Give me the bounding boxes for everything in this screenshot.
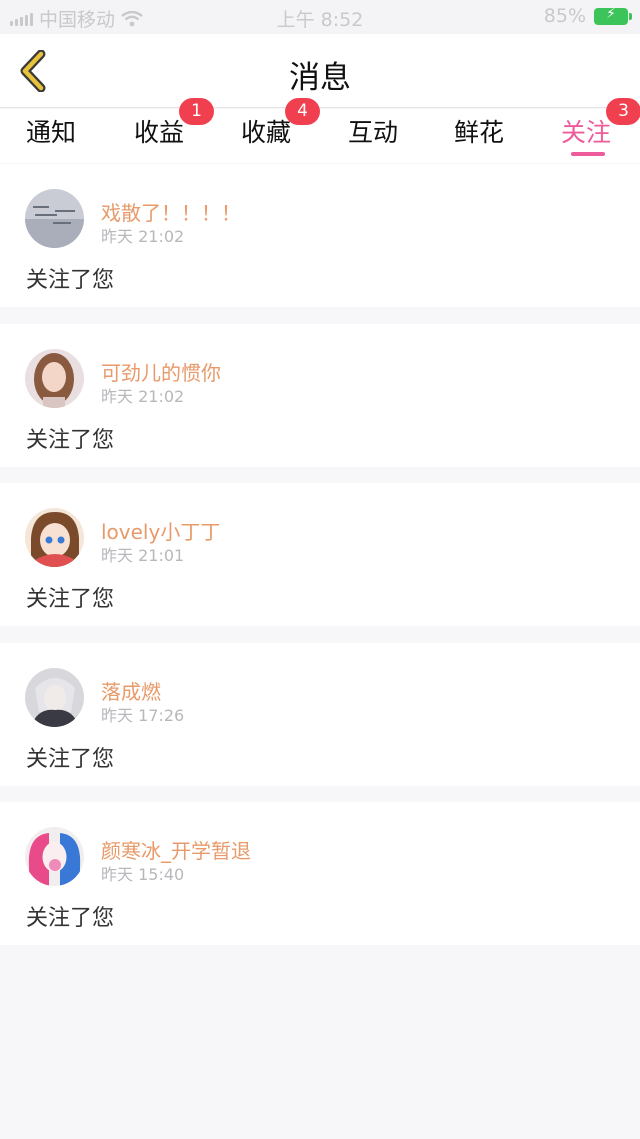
username[interactable]: 颜寒冰_开学暂退 [101, 835, 251, 864]
tab-bar: 通知 收益 1 收藏 4 互动 鲜花 关注 3 [0, 98, 640, 163]
tab-favorites-badge: 4 [285, 98, 320, 125]
page-title: 消息 [289, 60, 351, 96]
timestamp: 昨天 15:40 [101, 865, 185, 884]
timestamp: 昨天 17:26 [101, 706, 185, 725]
active-tab-indicator [571, 152, 605, 156]
username[interactable]: lovely小丁丁 [101, 516, 220, 545]
battery-percent: 85% [543, 5, 586, 27]
message-text: 关注了您 [26, 747, 115, 772]
list-item[interactable]: lovely小丁丁 昨天 21:01 关注了您 [0, 483, 640, 626]
avatar[interactable] [25, 189, 84, 248]
avatar[interactable] [25, 668, 84, 727]
list-item[interactable]: 戏散了！！！！ 昨天 21:02 关注了您 [0, 164, 640, 307]
battery-icon: ⚡ [594, 6, 632, 25]
timestamp: 昨天 21:02 [101, 227, 185, 246]
timestamp: 昨天 21:02 [101, 387, 185, 406]
avatar[interactable] [25, 508, 84, 567]
message-text: 关注了您 [26, 587, 115, 612]
message-text: 关注了您 [26, 268, 115, 293]
timestamp: 昨天 21:01 [101, 546, 185, 565]
avatar[interactable] [25, 349, 84, 408]
tab-interaction[interactable]: 互动 [348, 113, 398, 149]
message-text: 关注了您 [26, 906, 115, 931]
username[interactable]: 可劲儿的惯你 [101, 357, 221, 386]
nav-bar: 消息 [0, 34, 640, 108]
username[interactable]: 落成燃 [101, 676, 161, 705]
avatar[interactable] [25, 827, 84, 886]
tab-favorites[interactable]: 收藏 [241, 113, 291, 149]
list-item[interactable]: 落成燃 昨天 17:26 关注了您 [0, 643, 640, 786]
tab-flowers[interactable]: 鲜花 [454, 113, 504, 149]
tab-follows[interactable]: 关注 [561, 113, 611, 149]
username[interactable]: 戏散了！！！！ [101, 197, 241, 226]
tab-follows-badge: 3 [606, 98, 640, 125]
tab-notice[interactable]: 通知 [26, 113, 76, 149]
message-text: 关注了您 [26, 428, 115, 453]
list-item[interactable]: 可劲儿的惯你 昨天 21:02 关注了您 [0, 324, 640, 467]
status-right: 85% ⚡ [543, 5, 632, 27]
tab-earnings[interactable]: 收益 [134, 113, 184, 149]
list-item[interactable]: 颜寒冰_开学暂退 昨天 15:40 关注了您 [0, 802, 640, 945]
status-bar: 中国移动 上午 8:52 85% ⚡ [0, 0, 640, 34]
tab-earnings-badge: 1 [179, 98, 214, 125]
